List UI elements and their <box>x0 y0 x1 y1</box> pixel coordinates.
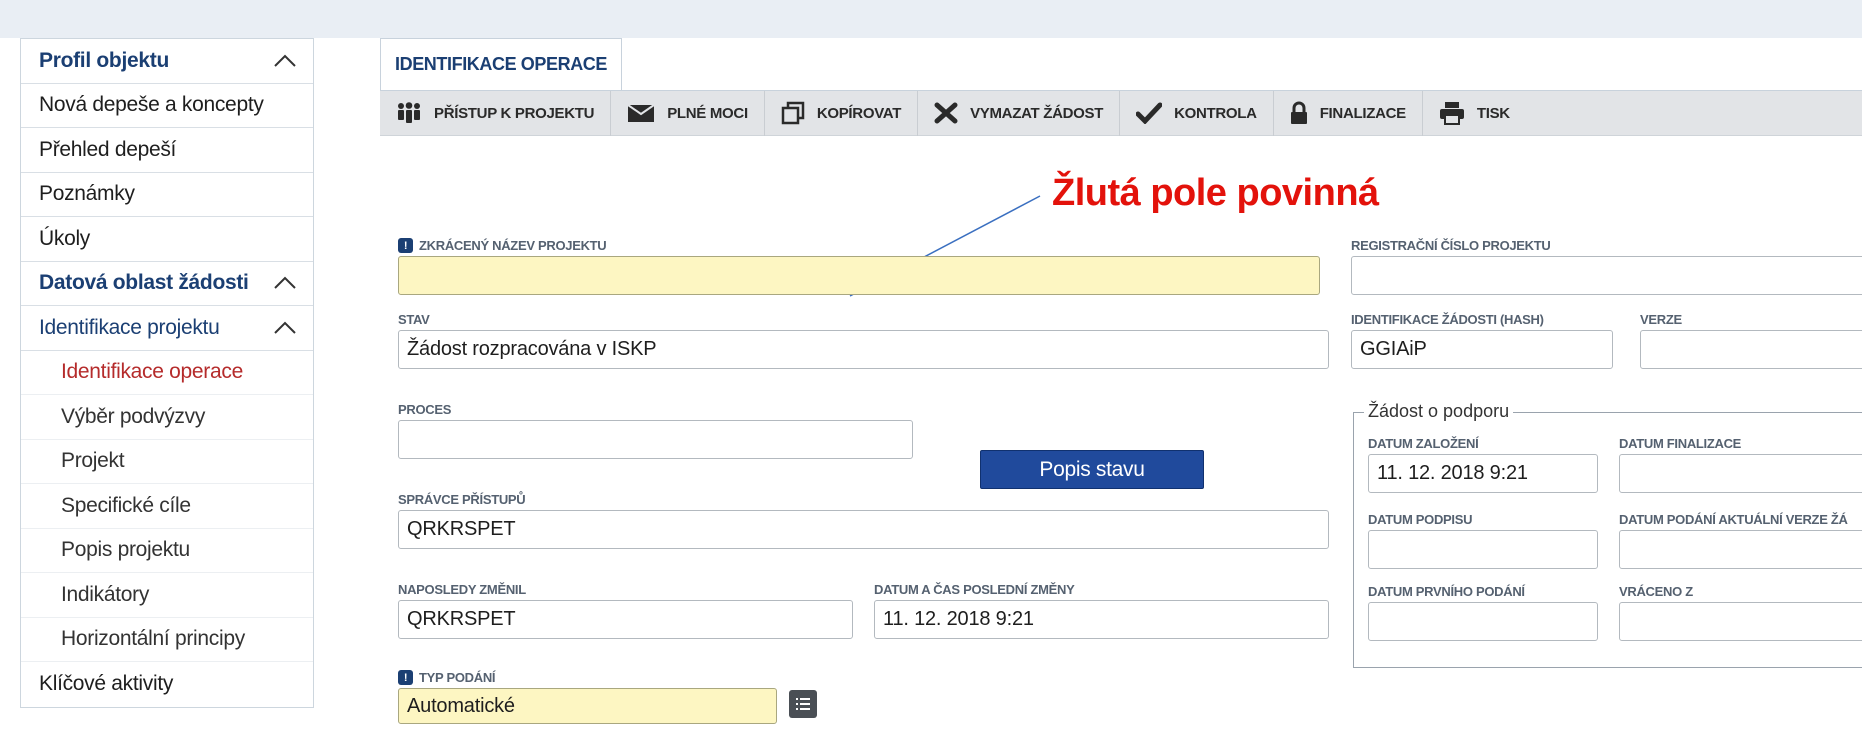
chevron-up-icon[interactable] <box>273 271 297 295</box>
tab-bar: IDENTIFIKACE OPERACE <box>380 38 623 90</box>
top-band <box>0 0 1862 38</box>
vymazat-zadost-button[interactable]: VYMAZAT ŽÁDOST <box>918 90 1121 136</box>
pristup-k-projektu-button[interactable]: PŘÍSTUP K PROJEKTU <box>380 90 612 136</box>
copy-icon <box>781 101 805 125</box>
sidebar-item-label: Profil objektu <box>39 48 169 72</box>
sidebar-item-ukoly[interactable]: Úkoly <box>21 217 313 262</box>
datum-zmeny-label: DATUM A ČAS POSLEDNÍ ZMĚNY <box>874 582 1075 597</box>
toolbar: PŘÍSTUP K PROJEKTU PLNÉ MOCI KOPÍROVAT V… <box>380 90 1862 136</box>
datum-podpisu-field[interactable] <box>1368 530 1598 569</box>
registracni-cislo-field[interactable] <box>1351 256 1862 295</box>
datum-zalozeni-label: DATUM ZALOŽENÍ <box>1368 436 1479 451</box>
vraceno-z-label: VRÁCENO Z <box>1619 584 1693 599</box>
typ-podani-label: ! TYP PODÁNÍ <box>398 670 496 685</box>
proces-label: PROCES <box>398 402 452 417</box>
tab-identifikace-operace[interactable]: IDENTIFIKACE OPERACE <box>380 38 623 90</box>
tisk-button[interactable]: TISK <box>1423 91 1526 136</box>
sidebar-item-label: Poznámky <box>39 182 135 206</box>
sidebar-item-label: Nová depeše a koncepty <box>39 93 264 117</box>
plne-moci-button[interactable]: PLNÉ MOCI <box>611 90 765 136</box>
zkraceny-nazev-input[interactable] <box>398 256 1320 295</box>
sidebar-item-label: Identifikace projektu <box>39 315 220 339</box>
x-icon <box>934 102 958 124</box>
list-icon <box>796 698 810 710</box>
datum-finalizace-field[interactable] <box>1619 454 1862 493</box>
sidebar-item-poznamky[interactable]: Poznámky <box>21 173 313 217</box>
sidebar-item-vyber-podvyzvy[interactable]: Výběr podvýzvy <box>21 395 313 440</box>
naposledy-zmenil-field[interactable]: QRKRSPET <box>398 600 853 639</box>
sidebar-item-label: Specifické cíle <box>61 493 191 517</box>
people-icon <box>398 102 420 123</box>
spravce-label: SPRÁVCE PŘÍSTUPŮ <box>398 492 526 507</box>
toolbar-label: FINALIZACE <box>1319 104 1406 122</box>
stav-field[interactable]: Žádost rozpracována v ISKP <box>398 330 1329 369</box>
datum-finalizace-label: DATUM FINALIZACE <box>1619 436 1742 451</box>
naposledy-zmenil-label: NAPOSLEDY ZMĚNIL <box>398 582 526 597</box>
popis-stavu-button[interactable]: Popis stavu <box>980 450 1204 489</box>
datum-podpisu-label: DATUM PODPISU <box>1368 512 1473 527</box>
sidebar-item-prehled-depesi[interactable]: Přehled depeší <box>21 128 313 173</box>
chevron-up-icon[interactable] <box>273 316 297 340</box>
sidebar-item-label: Úkoly <box>39 226 91 250</box>
datum-podani-verze-field[interactable] <box>1619 530 1862 569</box>
chevron-up-icon[interactable] <box>273 49 297 73</box>
envelope-icon <box>627 104 655 122</box>
toolbar-label: TISK <box>1476 104 1510 122</box>
check-icon <box>1136 102 1163 124</box>
required-icon: ! <box>398 238 413 253</box>
datum-zalozeni-field[interactable]: 11. 12. 2018 9:21 <box>1368 454 1598 493</box>
sidebar-item-label: Popis projektu <box>61 538 190 562</box>
sidebar-item-klicove-aktivity[interactable]: Klíčové aktivity <box>21 662 313 707</box>
sidebar-item-nova-depese[interactable]: Nová depeše a koncepty <box>21 84 313 128</box>
vraceno-z-field[interactable] <box>1619 602 1862 641</box>
sidebar-item-label: Datová oblast žádosti <box>39 271 249 295</box>
sidebar-item-label: Projekt <box>61 449 125 473</box>
sidebar-item-label: Výběr podvýzvy <box>61 404 206 428</box>
datum-zmeny-field[interactable]: 11. 12. 2018 9:21 <box>874 600 1329 639</box>
sidebar-item-indikatory[interactable]: Indikátory <box>21 573 313 618</box>
toolbar-label: KONTROLA <box>1174 104 1257 122</box>
sidebar-item-label: Identifikace operace <box>61 360 243 384</box>
kopirovat-button[interactable]: KOPÍROVAT <box>765 90 919 136</box>
sidebar-item-label: Indikátory <box>61 582 150 606</box>
annotation-required-fields: Žlutá pole povinná <box>1052 172 1379 214</box>
identifikace-hash-label: IDENTIFIKACE ŽÁDOSTI (HASH) <box>1351 312 1544 327</box>
sidebar: Profil objektu Nová depeše a koncepty Př… <box>20 38 314 708</box>
sidebar-item-specificke-cile[interactable]: Specifické cíle <box>21 484 313 529</box>
sidebar-item-popis-projektu[interactable]: Popis projektu <box>21 529 313 573</box>
sidebar-item-datova-oblast[interactable]: Datová oblast žádosti <box>21 262 313 306</box>
sidebar-item-identifikace-projektu[interactable]: Identifikace projektu <box>21 306 313 351</box>
list-picker-button[interactable] <box>789 690 817 718</box>
zadost-o-podporu-legend: Žádost o podporu <box>1364 401 1514 422</box>
typ-podani-field[interactable]: Automatické <box>398 688 777 724</box>
toolbar-label: PLNÉ MOCI <box>667 104 748 122</box>
datum-prvniho-podani-label: DATUM PRVNÍHO PODÁNÍ <box>1368 584 1525 599</box>
sidebar-item-profil-objektu[interactable]: Profil objektu <box>21 39 313 84</box>
printer-icon <box>1439 102 1464 125</box>
registracni-cislo-label: REGISTRAČNÍ ČÍSLO PROJEKTU <box>1351 238 1551 253</box>
sidebar-item-label: Horizontální principy <box>61 627 245 651</box>
sidebar-item-horizontalni-principy[interactable]: Horizontální principy <box>21 618 313 662</box>
sidebar-item-identifikace-operace[interactable]: Identifikace operace <box>21 351 313 395</box>
datum-prvniho-podani-field[interactable] <box>1368 602 1598 641</box>
toolbar-label: PŘÍSTUP K PROJEKTU <box>434 104 595 122</box>
sidebar-item-label: Klíčové aktivity <box>39 672 174 696</box>
spravce-field[interactable]: QRKRSPET <box>398 510 1329 549</box>
verze-label: VERZE <box>1640 312 1682 327</box>
sidebar-item-label: Přehled depeší <box>39 137 177 161</box>
zkraceny-nazev-label: ! ZKRÁCENÝ NÁZEV PROJEKTU <box>398 238 607 253</box>
stav-label: STAV <box>398 312 430 327</box>
identifikace-hash-field[interactable]: GGIAiP <box>1351 330 1613 369</box>
lock-icon <box>1290 101 1307 124</box>
toolbar-label: VYMAZAT ŽÁDOST <box>970 104 1104 122</box>
toolbar-label: KOPÍROVAT <box>816 104 902 122</box>
datum-podani-verze-label: DATUM PODÁNÍ AKTUÁLNÍ VERZE ŽÁ <box>1619 512 1848 527</box>
verze-field[interactable] <box>1640 330 1862 369</box>
kontrola-button[interactable]: KONTROLA <box>1120 90 1274 136</box>
required-icon: ! <box>398 670 413 685</box>
sidebar-item-projekt[interactable]: Projekt <box>21 440 313 484</box>
finalizace-button[interactable]: FINALIZACE <box>1274 90 1423 136</box>
proces-field[interactable] <box>398 420 913 459</box>
